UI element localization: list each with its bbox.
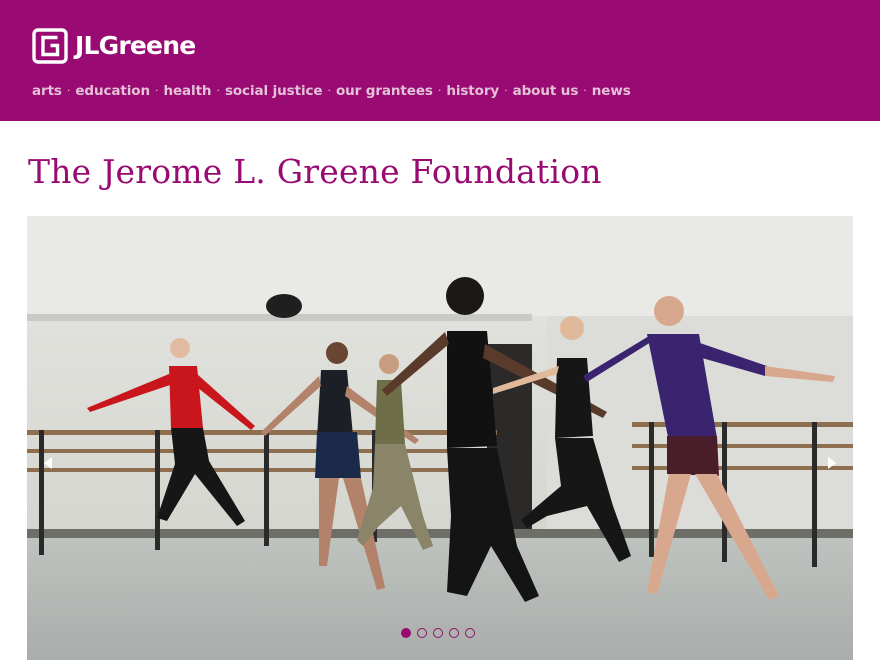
dancers-rehearsal-studio-photo	[27, 216, 853, 660]
logo-link[interactable]: JLGreene	[32, 28, 196, 64]
logo-text: JLGreene	[75, 31, 196, 60]
nav-separator: ·	[154, 84, 159, 97]
nav-separator: ·	[216, 84, 220, 97]
slider-dot[interactable]	[449, 628, 459, 638]
nav-separator: ·	[66, 84, 71, 97]
nav-item-arts[interactable]: arts	[32, 81, 62, 101]
slider-dot[interactable]	[401, 628, 411, 638]
slider-prev-button[interactable]	[39, 454, 57, 472]
nav-separator: ·	[327, 84, 331, 97]
nav-item-about-us[interactable]: about us	[513, 81, 579, 101]
page-title: The Jerome L. Greene Foundation	[28, 152, 602, 191]
slider-dot[interactable]	[465, 628, 475, 638]
nav-item-news[interactable]: news	[592, 81, 631, 101]
nav-item-health[interactable]: health	[163, 81, 211, 101]
jlg-mark-icon	[32, 28, 68, 64]
nav-item-history[interactable]: history	[446, 81, 499, 101]
slider-pagination	[401, 628, 475, 638]
slider-next-button[interactable]	[823, 454, 841, 472]
nav-item-social-justice[interactable]: social justice	[225, 81, 323, 101]
nav-separator: ·	[504, 84, 508, 97]
slider-dot[interactable]	[417, 628, 427, 638]
nav-item-our-grantees[interactable]: our grantees	[336, 81, 433, 101]
slider-dot[interactable]	[433, 628, 443, 638]
image-slider	[27, 216, 853, 660]
main-nav: arts · education · health · social justi…	[32, 81, 631, 101]
nav-separator: ·	[437, 84, 442, 97]
chevron-right-icon	[828, 457, 836, 469]
nav-item-education[interactable]: education	[75, 81, 150, 101]
site-header: JLGreene arts · education · health · soc…	[0, 0, 880, 121]
nav-separator: ·	[583, 84, 587, 97]
chevron-left-icon	[44, 457, 52, 469]
